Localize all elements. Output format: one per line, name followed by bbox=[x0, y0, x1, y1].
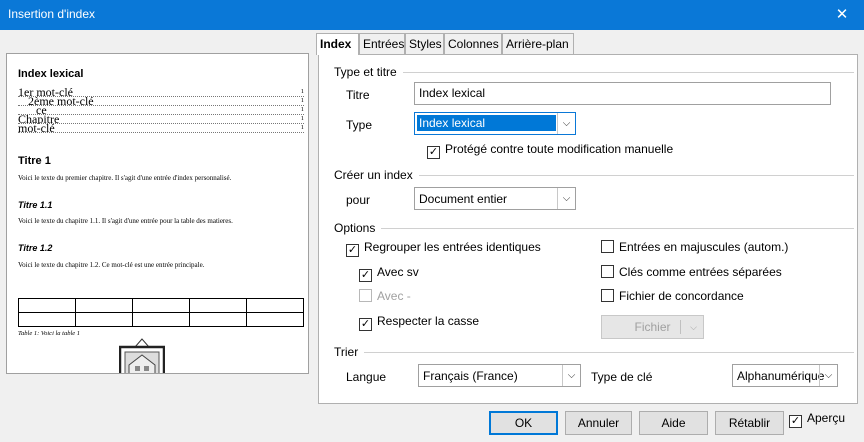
preview-table bbox=[18, 298, 304, 327]
section-type-title: Type et titre bbox=[334, 65, 403, 79]
key-type-label: Type de clé bbox=[591, 370, 653, 384]
chevron-down-icon[interactable]: ⌵ bbox=[557, 188, 575, 209]
index-tab-panel: Type et titre Titre Index lexical Type I… bbox=[318, 54, 858, 404]
ok-button[interactable]: OK bbox=[489, 411, 558, 435]
case-sensitive-checkbox[interactable]: ✓ Respecter la casse bbox=[359, 314, 479, 331]
for-label: pour bbox=[346, 193, 371, 207]
tab-index[interactable]: Index bbox=[316, 33, 359, 55]
preview-index-heading: Index lexical bbox=[18, 68, 84, 80]
title-label: Titre bbox=[346, 88, 370, 102]
tab-styles[interactable]: Styles bbox=[405, 33, 444, 54]
section-divider bbox=[334, 72, 854, 73]
language-select-value: Français (France) bbox=[423, 369, 518, 383]
tab-entries[interactable]: Entrées bbox=[359, 33, 405, 54]
preview-text-1: Voici le texte du premier chapitre. Il s… bbox=[18, 174, 232, 182]
preview-entry: mot-clé 1 bbox=[18, 121, 304, 135]
preview-text-1-2: Voici le texte du chapitre 1.2. Ce mot-c… bbox=[18, 261, 205, 269]
separate-keys-checkbox[interactable]: Clés comme entrées séparées bbox=[601, 265, 782, 279]
title-input[interactable]: Index lexical bbox=[414, 82, 831, 105]
preview-entry: ce 1 bbox=[18, 104, 304, 116]
key-type-select[interactable]: Alphanumérique ⌵ bbox=[732, 364, 838, 387]
concordance-label: Fichier de concordance bbox=[619, 289, 744, 303]
checkbox-box bbox=[601, 289, 614, 302]
help-button[interactable]: Aide bbox=[639, 411, 708, 435]
chevron-down-icon[interactable]: ⌵ bbox=[819, 365, 837, 386]
concordance-file-button[interactable]: Fichier ⌵ bbox=[601, 315, 704, 339]
for-select[interactable]: Document entier ⌵ bbox=[414, 187, 576, 210]
section-sort: Trier bbox=[334, 345, 365, 359]
title-bar: Insertion d'index ✕ bbox=[0, 0, 864, 30]
picture-frame-icon bbox=[119, 338, 165, 373]
checkbox-box bbox=[601, 240, 614, 253]
type-label: Type bbox=[346, 118, 373, 132]
protected-label: Protégé contre toute modification manuel… bbox=[445, 142, 674, 156]
uppercase-label: Entrées en majuscules (autom.) bbox=[619, 240, 789, 254]
preview-title-1-1: Titre 1.1 bbox=[18, 200, 53, 210]
uppercase-checkbox[interactable]: Entrées en majuscules (autom.) bbox=[601, 240, 788, 254]
chevron-down-icon[interactable]: ⌵ bbox=[557, 113, 575, 134]
preview-text-1-1: Voici le texte du chapitre 1.1. Il s'agi… bbox=[18, 217, 233, 225]
with-dash-label: Avec - bbox=[377, 289, 411, 303]
preview-entry: Chapitre 1 bbox=[18, 112, 304, 126]
preview-table-caption: Table 1: Voici la table 1 bbox=[18, 330, 81, 337]
dropdown-arrow-icon: ⌵ bbox=[690, 322, 697, 332]
check-icon: ✓ bbox=[427, 146, 440, 159]
preview-title-1: Titre 1 bbox=[18, 155, 51, 167]
type-select[interactable]: Index lexical ⌵ bbox=[414, 112, 576, 135]
check-icon: ✓ bbox=[359, 318, 372, 331]
check-icon: ✓ bbox=[346, 244, 359, 257]
section-divider bbox=[334, 352, 854, 353]
section-divider bbox=[334, 228, 854, 229]
split-divider bbox=[680, 320, 681, 334]
preview-entry: 2ème mot-clé 1 bbox=[18, 95, 304, 107]
preview-title-1-2: Titre 1.2 bbox=[18, 243, 53, 253]
check-icon: ✓ bbox=[789, 415, 802, 428]
case-sensitive-label: Respecter la casse bbox=[377, 314, 480, 328]
checkbox-box bbox=[359, 289, 372, 302]
check-icon: ✓ bbox=[359, 269, 372, 282]
tab-background[interactable]: Arrière-plan bbox=[502, 33, 574, 54]
preview-checkbox-label: Aperçu bbox=[807, 411, 846, 425]
for-select-value: Document entier bbox=[419, 192, 508, 206]
with-ff-label: Avec sv bbox=[377, 265, 419, 279]
protected-checkbox[interactable]: ✓ Protégé contre toute modification manue… bbox=[427, 142, 673, 159]
window-title: Insertion d'index bbox=[8, 7, 96, 21]
reset-button[interactable]: Rétablir bbox=[715, 411, 784, 435]
preview-pane: Index lexical 1er mot-clé 1 2ème mot-clé 1… bbox=[6, 53, 309, 374]
language-label: Langue bbox=[346, 370, 387, 384]
tab-columns[interactable]: Colonnes bbox=[444, 33, 502, 54]
with-ff-checkbox[interactable]: ✓ Avec sv bbox=[359, 265, 419, 282]
with-dash-checkbox[interactable]: Avec - bbox=[359, 289, 411, 303]
combine-label: Regrouper les entrées identiques bbox=[364, 240, 541, 254]
concordance-checkbox[interactable]: Fichier de concordance bbox=[601, 289, 744, 303]
language-select[interactable]: Français (France) ⌵ bbox=[418, 364, 581, 387]
combine-checkbox[interactable]: ✓ Regrouper les entrées identiques bbox=[346, 240, 541, 257]
close-icon[interactable]: ✕ bbox=[820, 0, 864, 30]
section-options: Options bbox=[334, 221, 382, 235]
type-select-value: Index lexical bbox=[417, 115, 556, 131]
separate-keys-label: Clés comme entrées séparées bbox=[619, 265, 782, 279]
chevron-down-icon[interactable]: ⌵ bbox=[562, 365, 580, 386]
cancel-button[interactable]: Annuler bbox=[565, 411, 632, 435]
file-button-label: Fichier bbox=[634, 320, 671, 334]
preview-checkbox[interactable]: ✓ Aperçu bbox=[789, 411, 845, 428]
checkbox-box bbox=[601, 265, 614, 278]
key-type-select-value: Alphanumérique bbox=[737, 369, 825, 383]
section-create-index: Créer un index bbox=[334, 168, 419, 182]
